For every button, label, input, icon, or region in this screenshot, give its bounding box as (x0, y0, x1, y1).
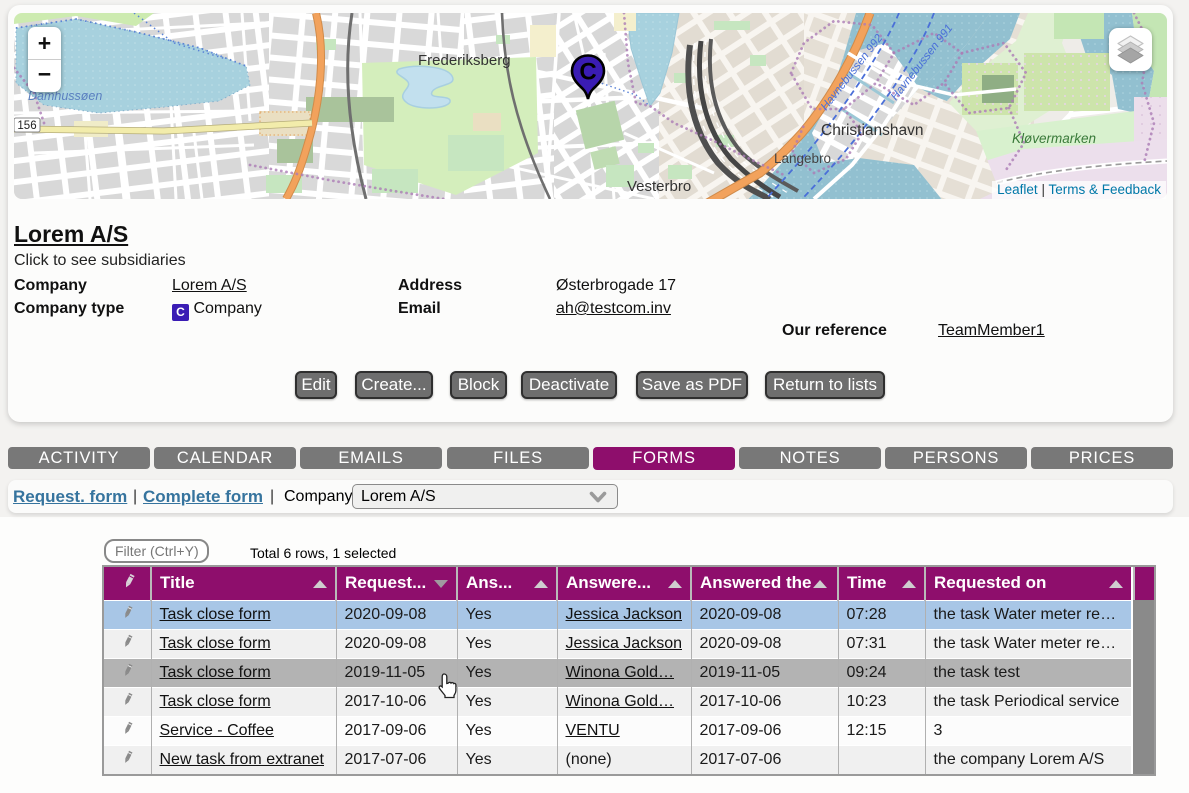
svg-text:C: C (579, 59, 596, 86)
svg-text:Christianshavn: Christianshavn (821, 122, 924, 139)
svg-text:Frederiksberg: Frederiksberg (418, 52, 511, 69)
svg-text:Kløvermarken: Kløvermarken (1012, 131, 1096, 146)
svg-text:156: 156 (17, 120, 36, 132)
svg-text:Vesterbro: Vesterbro (627, 178, 691, 195)
svg-text:Langebro: Langebro (774, 151, 831, 166)
